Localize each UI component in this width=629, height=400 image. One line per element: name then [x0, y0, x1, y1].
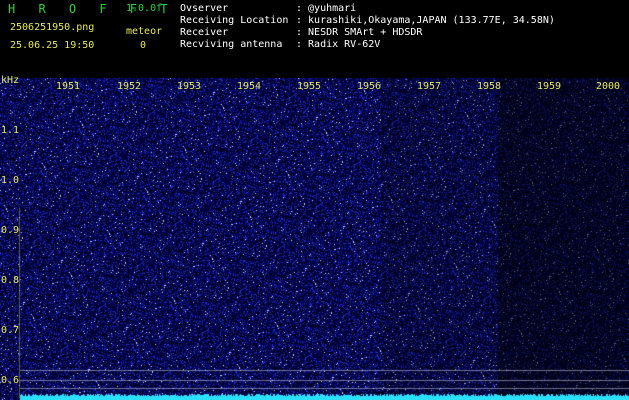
- info-value-observer: : @yuhmari: [296, 3, 357, 14]
- time-label-1957: 1957: [417, 81, 442, 92]
- freq-label-0-6: 0.6: [1, 375, 20, 386]
- datetime-label: 25.06.25 19:50: [10, 40, 95, 51]
- freq-label-0-7: 0.7: [1, 325, 20, 336]
- filename-label: 2506251950.png: [10, 22, 95, 33]
- hrofft-window: H R O F F T 1.0.0f 2506251950.png meteor…: [0, 0, 629, 400]
- freq-label-1-1: 1.1: [1, 125, 20, 136]
- info-label-observer: Ovserver: [180, 3, 229, 14]
- info-label-antenna: Recviving antenna: [180, 39, 283, 50]
- time-label-1952: 1952: [117, 81, 142, 92]
- freq-label-0-8: 0.8: [1, 275, 20, 286]
- time-label-1956: 1956: [357, 81, 382, 92]
- version-label: 1.0.0f: [126, 3, 163, 14]
- freq-unit-label: kHz: [1, 75, 20, 86]
- meteor-label: meteor: [126, 26, 163, 37]
- time-label-1955: 1955: [297, 81, 322, 92]
- info-value-location: : kurashiki,Okayama,JAPAN (133.77E, 34.5…: [296, 15, 555, 26]
- time-label-1958: 1958: [477, 81, 502, 92]
- time-label-1954: 1954: [237, 81, 262, 92]
- info-label-location: Receiving Location: [180, 15, 289, 26]
- info-value-receiver: : NESDR SMArt + HDSDR: [296, 27, 423, 38]
- meteor-count: 0: [140, 40, 147, 51]
- time-label-2000: 2000: [596, 81, 621, 92]
- time-label-1959: 1959: [537, 81, 562, 92]
- info-label-receiver: Receiver: [180, 27, 229, 38]
- info-value-antenna: : Radix RV-62V: [296, 39, 381, 50]
- time-label-1953: 1953: [177, 81, 202, 92]
- freq-label-0-9: 0.9: [1, 225, 20, 236]
- time-label-1951: 1951: [56, 81, 81, 92]
- spectrogram-canvas: [0, 78, 629, 400]
- freq-label-1-0: 1.0: [1, 175, 20, 186]
